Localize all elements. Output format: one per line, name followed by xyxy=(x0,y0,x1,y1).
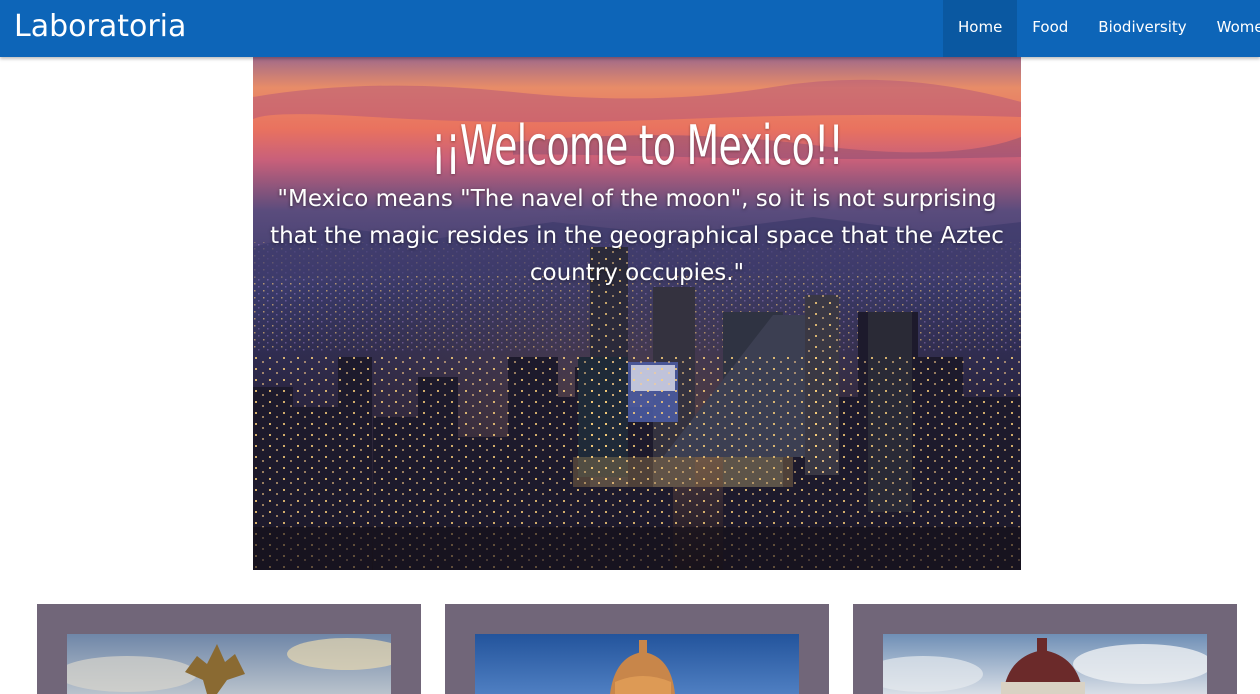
top-navbar: Laboratoria Home Food Biodiversity Women xyxy=(0,0,1260,57)
nav-item-biodiversity[interactable]: Biodiversity xyxy=(1083,0,1201,57)
brand-logo-link[interactable]: Laboratoria xyxy=(14,8,186,46)
hero-banner: ¡¡Welcome to Mexico!! "Mexico means "The… xyxy=(253,57,1021,570)
angel-of-independence-image[interactable] xyxy=(67,634,391,694)
nav-item-women[interactable]: Women xyxy=(1202,0,1260,57)
hero-quote: "Mexico means "The navel of the moon", s… xyxy=(270,186,1004,286)
card-angel-of-independence[interactable] xyxy=(37,604,421,694)
nav-item-food[interactable]: Food xyxy=(1017,0,1083,57)
main-nav: Home Food Biodiversity Women xyxy=(943,0,1260,57)
bellas-artes-dome-image[interactable] xyxy=(475,634,799,694)
nav-item-home[interactable]: Home xyxy=(943,0,1018,57)
hero-title: ¡¡Welcome to Mexico!! xyxy=(431,114,844,177)
card-bellas-artes[interactable] xyxy=(445,604,829,694)
card-palacio-postal[interactable] xyxy=(853,604,1237,694)
palacio-postal-dome-image[interactable] xyxy=(883,634,1207,694)
